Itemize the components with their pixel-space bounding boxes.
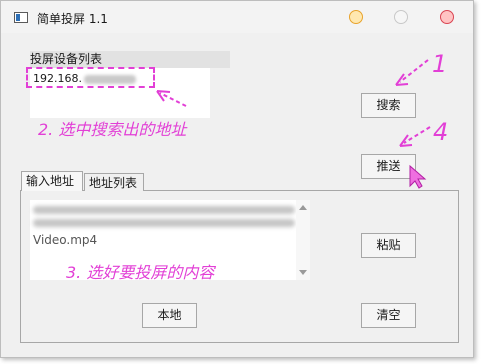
annotation-arrow-1 — [399, 59, 429, 83]
annotation-arrowhead-4 — [399, 134, 413, 147]
cursor-icon — [409, 164, 427, 189]
annotation-arrowhead-2 — [156, 90, 171, 102]
annotation-overlay — [156, 59, 431, 189]
annotation-arrowhead-1 — [395, 73, 409, 86]
